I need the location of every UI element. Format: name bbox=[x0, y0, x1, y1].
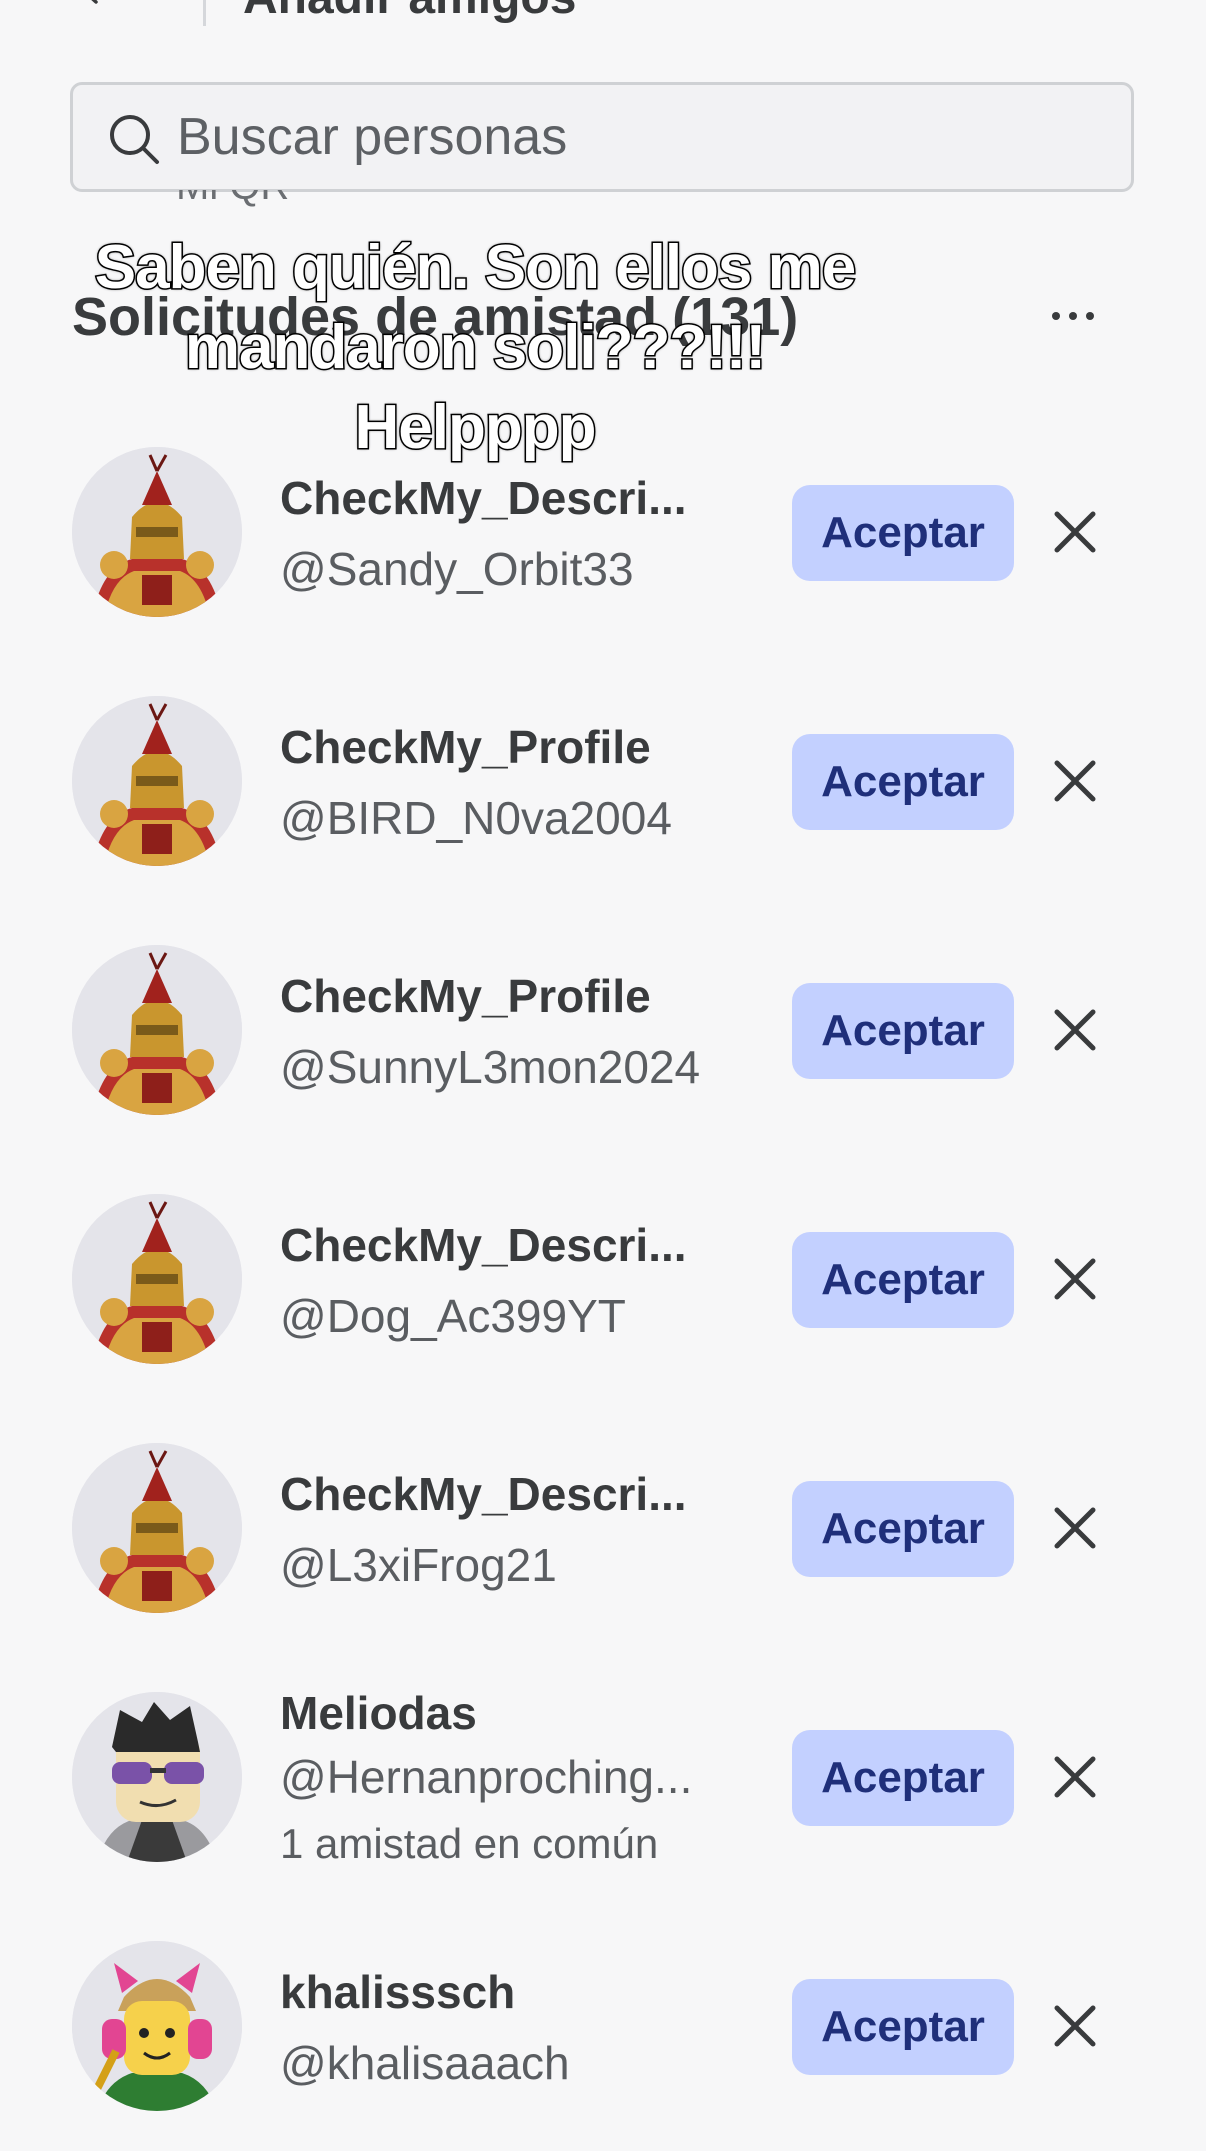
friend-request-row: CheckMy_Descri... @Sandy_Orbit33 Aceptar bbox=[0, 447, 1206, 657]
avatar[interactable] bbox=[72, 1941, 242, 2111]
request-display-name[interactable]: CheckMy_Descri... bbox=[280, 1218, 687, 1272]
caption-line: Saben quién. Son ellos me bbox=[93, 232, 858, 304]
video-caption-overlay: Saben quién. Son ellos me mandaron soli?… bbox=[40, 228, 910, 468]
accept-button[interactable]: Aceptar bbox=[792, 734, 1014, 830]
avatar[interactable] bbox=[72, 1692, 242, 1862]
more-options-icon[interactable] bbox=[1048, 296, 1098, 336]
close-icon[interactable] bbox=[1050, 1254, 1100, 1304]
request-username: @SunnyL3mon2024 bbox=[280, 1041, 701, 1093]
search-input[interactable] bbox=[177, 85, 1077, 189]
knight-avatar-icon bbox=[72, 696, 242, 866]
knight-avatar-icon bbox=[72, 1194, 242, 1364]
accept-button[interactable]: Aceptar bbox=[792, 983, 1014, 1079]
friend-request-row: CheckMy_Profile @SunnyL3mon2024 Aceptar bbox=[0, 945, 1206, 1155]
friend-request-row: khalisssch @khalisaaach Aceptar bbox=[0, 1941, 1206, 2151]
accept-button[interactable]: Aceptar bbox=[792, 1730, 1014, 1826]
request-display-name[interactable]: CheckMy_Profile bbox=[280, 720, 651, 774]
friend-request-row: CheckMy_Descri... @Dog_Ac399YT Aceptar bbox=[0, 1194, 1206, 1404]
headphones-avatar-icon bbox=[72, 1941, 242, 2111]
accept-button[interactable]: Aceptar bbox=[792, 485, 1014, 581]
knight-avatar-icon bbox=[72, 1443, 242, 1613]
avatar[interactable] bbox=[72, 1443, 242, 1613]
page-title: Añadir amigos bbox=[243, 0, 576, 25]
request-display-name[interactable]: CheckMy_Descri... bbox=[280, 471, 687, 525]
caption-line: mandaron soli???!!! bbox=[183, 312, 767, 384]
mutual-friends-count: 1 amistad en común bbox=[280, 1820, 659, 1867]
search-bar[interactable] bbox=[70, 82, 1134, 192]
close-icon[interactable] bbox=[1050, 756, 1100, 806]
accept-button[interactable]: Aceptar bbox=[792, 1979, 1014, 2075]
request-username: @khalisaaach bbox=[280, 2037, 570, 2089]
accept-button[interactable]: Aceptar bbox=[792, 1232, 1014, 1328]
friend-request-row: CheckMy_Descri... @L3xiFrog21 Aceptar bbox=[0, 1443, 1206, 1653]
close-icon[interactable] bbox=[1050, 2001, 1100, 2051]
friend-request-row: CheckMy_Profile @BIRD_N0va2004 Aceptar bbox=[0, 696, 1206, 906]
close-icon[interactable] bbox=[1050, 1005, 1100, 1055]
back-arrow-icon[interactable] bbox=[78, 0, 104, 4]
header-divider bbox=[203, 0, 206, 26]
avatar[interactable] bbox=[72, 945, 242, 1115]
request-username: @Sandy_Orbit33 bbox=[280, 543, 634, 595]
avatar[interactable] bbox=[72, 447, 242, 617]
search-icon bbox=[110, 115, 159, 164]
request-display-name[interactable]: CheckMy_Profile bbox=[280, 969, 651, 1023]
knight-avatar-icon bbox=[72, 945, 242, 1115]
close-icon[interactable] bbox=[1050, 1503, 1100, 1553]
close-icon[interactable] bbox=[1050, 507, 1100, 557]
request-username: @Dog_Ac399YT bbox=[280, 1290, 626, 1342]
close-icon[interactable] bbox=[1050, 1752, 1100, 1802]
request-display-name[interactable]: CheckMy_Descri... bbox=[280, 1467, 687, 1521]
request-username: @Hernanproching... bbox=[280, 1751, 693, 1803]
request-username: @L3xiFrog21 bbox=[280, 1539, 557, 1591]
knight-avatar-icon bbox=[72, 447, 242, 617]
request-display-name[interactable]: khalisssch bbox=[280, 1965, 515, 2019]
my-qr-label[interactable]: Mi QR bbox=[176, 190, 376, 222]
avatar[interactable] bbox=[72, 1194, 242, 1364]
my-qr-label-text: Mi QR bbox=[176, 190, 289, 209]
request-display-name[interactable]: Meliodas bbox=[280, 1686, 477, 1740]
avatar[interactable] bbox=[72, 696, 242, 866]
accept-button[interactable]: Aceptar bbox=[792, 1481, 1014, 1577]
sunglasses-avatar-icon bbox=[72, 1692, 242, 1862]
request-username: @BIRD_N0va2004 bbox=[280, 792, 672, 844]
top-bar: Añadir amigos bbox=[0, 0, 1206, 40]
friend-request-row: Meliodas @Hernanproching... 1 amistad en… bbox=[0, 1687, 1206, 1902]
